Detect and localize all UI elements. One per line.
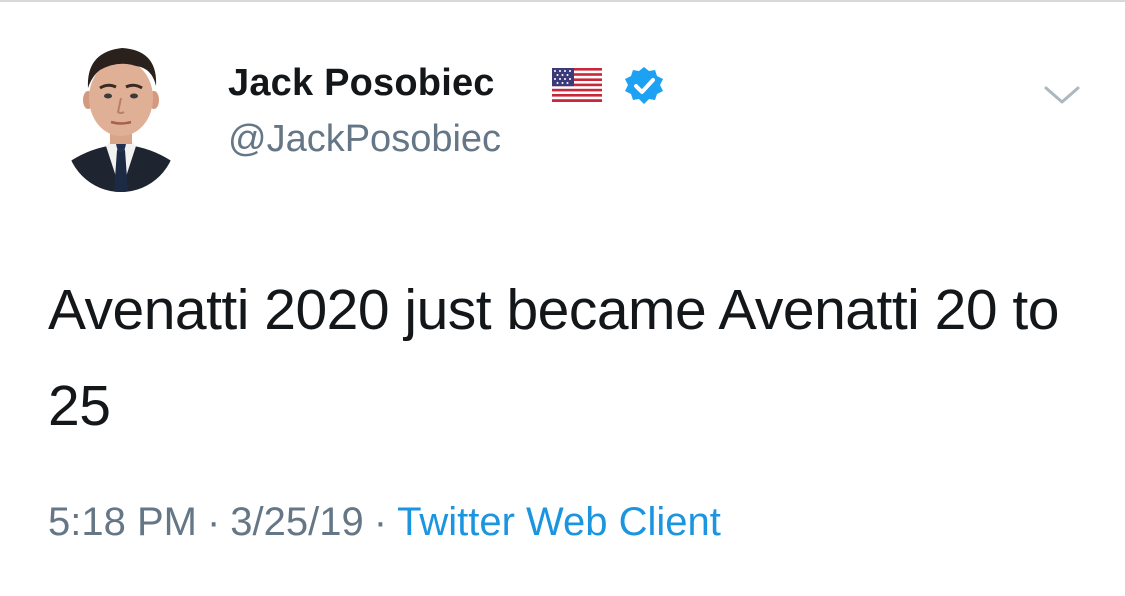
meta-separator: · xyxy=(373,500,388,544)
display-name[interactable]: Jack Posobiec xyxy=(228,62,495,105)
tweet-time[interactable]: 5:18 PM xyxy=(48,500,197,544)
avatar[interactable] xyxy=(66,42,176,192)
client-link[interactable]: Twitter Web Client xyxy=(397,500,721,544)
avatar-image xyxy=(66,42,176,192)
top-divider xyxy=(0,0,1125,2)
us-flag-icon xyxy=(552,68,602,102)
chevron-down-icon xyxy=(1044,86,1080,104)
verified-badge-icon xyxy=(625,67,663,104)
meta-separator: · xyxy=(206,500,221,544)
tweet-text: Avenatti 2020 just became Avenatti 20 to… xyxy=(48,278,1059,438)
tweet-meta: 5:18 PM · 3/25/19 · Twitter Web Client xyxy=(48,500,721,545)
user-handle[interactable]: @JackPosobiec xyxy=(228,118,501,161)
tweet-menu-button[interactable] xyxy=(1040,78,1084,110)
tweet-date[interactable]: 3/25/19 xyxy=(230,500,363,544)
